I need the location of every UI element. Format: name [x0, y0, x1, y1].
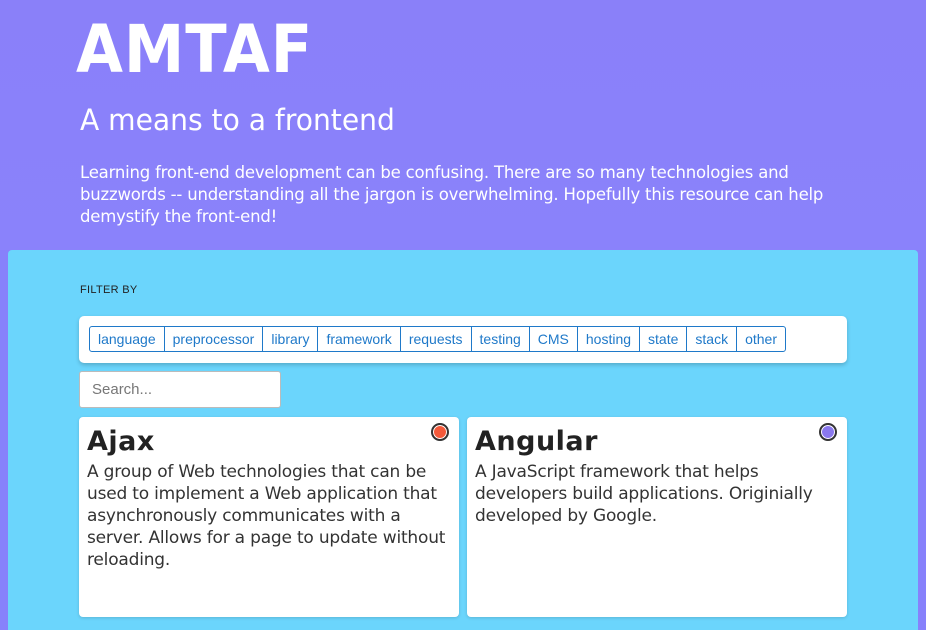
filter-button-cms[interactable]: CMS [528, 326, 578, 352]
card-description: A JavaScript framework that helps develo… [475, 462, 813, 526]
filter-button-requests[interactable]: requests [399, 326, 472, 352]
intro-text: Learning front-end development can be co… [80, 163, 824, 226]
card-title: Angular [475, 426, 598, 457]
main-panel: FILTER BY language preprocessor library … [8, 250, 918, 630]
filter-button-other[interactable]: other [736, 326, 787, 352]
filter-button-framework[interactable]: framework [317, 326, 401, 352]
filter-button-stack[interactable]: stack [686, 326, 738, 352]
filter-button-language[interactable]: language [89, 326, 165, 352]
site-tagline: A means to a frontend [80, 103, 395, 137]
site-header: AMTAF A means to a frontend Learning fro… [0, 0, 926, 250]
site-logo: AMTAF [76, 11, 314, 88]
filter-button-group: language preprocessor library framework … [89, 326, 787, 352]
card-description: A group of Web technologies that can be … [87, 462, 446, 570]
filter-button-library[interactable]: library [262, 326, 319, 352]
term-card-ajax[interactable]: Ajax A group of Web technologies that ca… [79, 417, 459, 617]
category-dot-icon [819, 423, 837, 441]
filter-button-hosting[interactable]: hosting [576, 326, 641, 352]
filter-label: FILTER BY [80, 284, 138, 296]
category-dot-icon [431, 423, 449, 441]
filter-bar: language preprocessor library framework … [79, 316, 847, 363]
filter-button-state[interactable]: state [639, 326, 688, 352]
term-card-angular[interactable]: Angular A JavaScript framework that help… [467, 417, 847, 617]
search-input[interactable] [79, 371, 281, 408]
filter-button-preprocessor[interactable]: preprocessor [163, 326, 264, 352]
filter-button-testing[interactable]: testing [470, 326, 530, 352]
card-title: Ajax [87, 426, 155, 457]
